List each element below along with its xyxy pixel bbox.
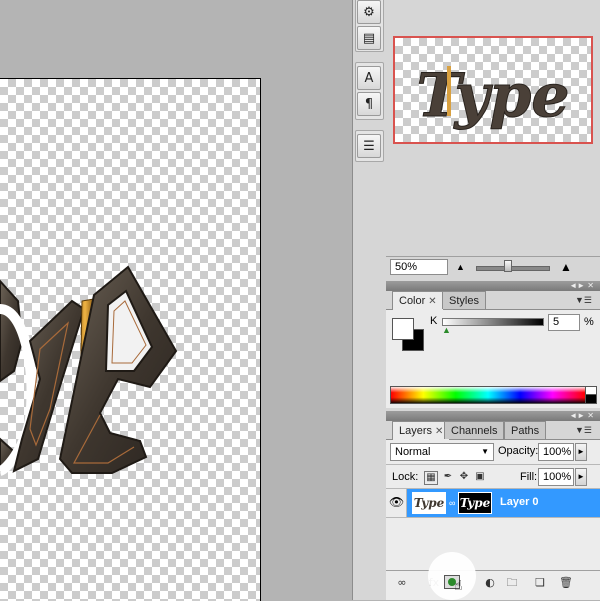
new-layer-icon[interactable]: ❏: [532, 576, 548, 590]
lock-position-icon[interactable]: ✥: [458, 471, 470, 483]
close-icon[interactable]: ✕: [428, 296, 436, 307]
layer-name[interactable]: Layer 0: [500, 496, 539, 508]
navigator-thumbnail: Type: [416, 61, 570, 132]
color-panel-tabs: Color ✕ Styles ▼☰: [386, 290, 600, 310]
layer-mask-thumbnail[interactable]: Type: [458, 492, 492, 514]
fill-field[interactable]: 100%: [538, 468, 574, 486]
layer-row[interactable]: 👁 Type ∞ Type Layer 0: [386, 489, 600, 517]
navigator-art-text: Type: [416, 61, 569, 131]
link-icon[interactable]: ∞: [449, 498, 455, 508]
zoom-slider[interactable]: [476, 266, 550, 271]
character-panel-icon[interactable]: A: [357, 66, 381, 90]
foreground-swatch[interactable]: [392, 318, 414, 340]
layer-comps-icon[interactable]: ☰: [357, 134, 381, 158]
eye-icon: 👁: [389, 495, 405, 509]
artwork-letters: [0, 265, 178, 476]
color-ramp[interactable]: [390, 386, 586, 404]
paragraph-panel-icon[interactable]: ¶: [357, 92, 381, 116]
blend-mode-select[interactable]: Normal ▼: [390, 443, 494, 461]
trash-icon[interactable]: 🗑: [558, 576, 574, 590]
hand-cursor-icon: ☝: [454, 578, 463, 594]
navigator-panel: Type 50% ▲ ▲: [386, 0, 600, 278]
fill-arrow-icon[interactable]: ►: [575, 468, 587, 486]
fill-label: Fill:: [520, 471, 538, 483]
panel-menu-icon[interactable]: ▼☰: [575, 425, 592, 436]
ramp-black-swatch[interactable]: [585, 394, 597, 404]
layer-thumbnail[interactable]: Type: [412, 492, 446, 514]
link-layers-icon[interactable]: ∞: [394, 576, 410, 590]
k-channel-label: K: [430, 315, 438, 327]
new-group-icon[interactable]: 🗀: [504, 576, 520, 590]
brush-preset-icon[interactable]: ⚙: [357, 0, 381, 24]
k-slider[interactable]: [442, 318, 544, 326]
clone-source-icon[interactable]: ▤: [357, 26, 381, 50]
zoom-out-icon[interactable]: ▲: [456, 262, 465, 272]
opacity-arrow-icon[interactable]: ►: [575, 443, 587, 461]
tab-color[interactable]: Color ✕: [392, 291, 444, 310]
adjustment-layer-icon[interactable]: ◐: [482, 576, 498, 590]
tab-styles[interactable]: Styles: [442, 291, 486, 309]
layer-mask-text: Type: [459, 496, 491, 510]
chevron-down-icon: ▼: [481, 447, 489, 456]
tab-layers[interactable]: Layers ✕: [392, 421, 451, 440]
blend-mode-value: Normal: [395, 446, 431, 458]
opacity-label: Opacity:: [498, 445, 539, 457]
lock-pixels-icon[interactable]: ✒: [442, 471, 454, 483]
lock-transparency-icon[interactable]: ▦: [424, 471, 438, 485]
tab-channels[interactable]: Channels: [444, 421, 505, 439]
lock-label: Lock:: [392, 471, 419, 483]
k-slider-thumb[interactable]: ▲: [442, 325, 451, 335]
opacity-field[interactable]: 100%: [538, 443, 574, 461]
layers-panel-tabs: Layers ✕ Channels Paths ▼☰: [386, 420, 600, 440]
document-canvas[interactable]: [0, 78, 261, 601]
panel-dock-strip: ⚙ ▤ A ¶ ☰: [352, 0, 387, 600]
close-icon[interactable]: ✕: [435, 426, 443, 437]
layer-thumbnail-text: Type: [413, 496, 445, 510]
percent-label: %: [584, 316, 594, 328]
lock-all-icon[interactable]: ▣: [474, 471, 486, 483]
zoom-field[interactable]: 50%: [390, 259, 448, 275]
k-value-field[interactable]: 5: [548, 314, 580, 331]
tab-paths[interactable]: Paths: [504, 421, 547, 439]
color-panel-body: K ▲ 5 %: [386, 310, 600, 408]
navigator-proxy-view[interactable]: Type: [393, 36, 593, 144]
visibility-toggle[interactable]: 👁: [386, 489, 407, 517]
panel-column: Type 50% ▲ ▲ ◄► ✕ Color ✕ Styles ▼☰ K ▲ 5…: [386, 0, 600, 600]
panel-menu-icon[interactable]: ▼☰: [575, 295, 592, 306]
zoom-slider-thumb[interactable]: [504, 260, 512, 272]
zoom-in-icon[interactable]: ▲: [560, 260, 572, 274]
